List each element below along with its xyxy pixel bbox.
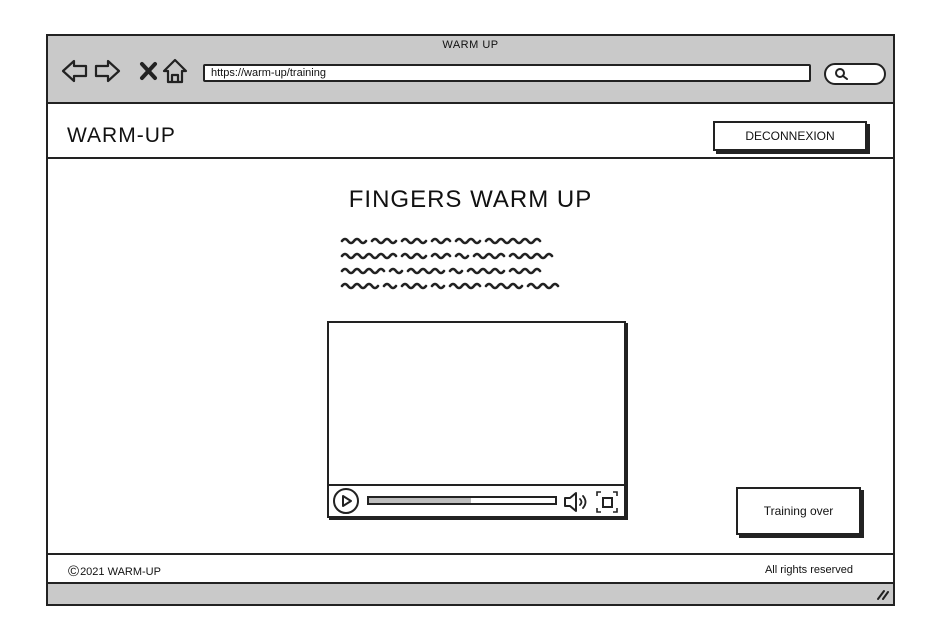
footer-divider <box>48 553 893 555</box>
rights-text: All rights reserved <box>764 564 853 576</box>
volume-icon[interactable] <box>563 490 589 514</box>
search-icon <box>835 68 848 80</box>
page-title: FINGERS WARM UP <box>348 186 593 213</box>
browser-statusbar <box>48 582 893 604</box>
play-icon <box>342 495 352 507</box>
video-progress-fill <box>369 498 472 503</box>
placeholder-text-scribble <box>340 237 560 290</box>
search-button[interactable] <box>824 63 886 85</box>
address-bar[interactable]: https://warm-up/training <box>203 64 811 82</box>
copyright-symbol: © <box>68 563 80 580</box>
browser-titlebar: WARM UP https://warm-up/training <box>48 36 893 104</box>
video-controls <box>329 484 624 516</box>
logout-button[interactable]: DECONNEXION <box>713 121 867 151</box>
forward-arrow-icon[interactable] <box>92 56 122 86</box>
fullscreen-icon[interactable] <box>595 490 619 514</box>
brand-logo[interactable]: WARM-UP <box>67 124 176 148</box>
play-button[interactable] <box>333 488 359 514</box>
video-progress-bar[interactable] <box>367 496 557 505</box>
resize-grip-icon[interactable] <box>875 587 889 601</box>
browser-window: WARM UP https://warm-up/training WARM-UP… <box>46 34 895 606</box>
copyright-label: 2021 WARM-UP <box>80 566 161 578</box>
back-arrow-icon[interactable] <box>60 56 90 86</box>
video-player[interactable] <box>327 321 626 518</box>
app-header: WARM-UP DECONNEXION <box>48 104 893 159</box>
window-title: WARM UP <box>442 39 499 51</box>
home-icon[interactable] <box>160 56 190 86</box>
copyright-text: ©2021 WARM-UP <box>68 563 161 580</box>
training-over-button[interactable]: Training over <box>736 487 861 535</box>
